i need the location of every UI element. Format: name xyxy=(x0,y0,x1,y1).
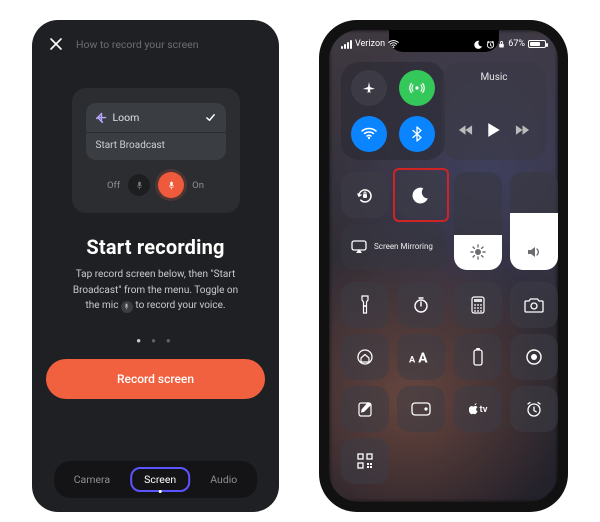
dnd-highlight xyxy=(393,168,449,222)
appletv-button[interactable]: tv xyxy=(454,386,502,432)
calculator-icon xyxy=(471,296,485,314)
play-icon[interactable] xyxy=(487,122,501,138)
volume-slider[interactable] xyxy=(510,172,558,270)
moon-status-icon xyxy=(474,40,483,49)
control-center-grid: Music xyxy=(339,62,548,492)
timer-icon xyxy=(412,296,430,314)
help-link[interactable]: How to record your screen xyxy=(76,38,199,51)
battery-vert-icon xyxy=(471,347,485,367)
alarm-status-icon xyxy=(486,40,495,49)
battery-percent: 67% xyxy=(508,39,525,49)
music-module[interactable]: Music xyxy=(442,62,546,160)
screen-mirroring-button[interactable]: Screen Mirroring xyxy=(341,224,445,270)
lock-status-icon xyxy=(498,40,505,49)
sun-icon xyxy=(470,244,486,260)
record-screen-button[interactable]: Record screen xyxy=(46,359,265,399)
orientation-lock-toggle[interactable] xyxy=(341,172,389,218)
page-dots: ● ● ● xyxy=(32,336,279,345)
tab-camera[interactable]: Camera xyxy=(64,468,120,491)
wallet-icon xyxy=(411,402,431,416)
apple-logo-icon xyxy=(469,403,479,415)
iphone-screen: Verizon 67% xyxy=(329,30,558,502)
tab-audio[interactable]: Audio xyxy=(200,468,247,491)
iphone-frame: Verizon 67% xyxy=(319,20,568,512)
timer-button[interactable] xyxy=(397,282,445,328)
qr-icon xyxy=(356,452,374,470)
wifi-toggle[interactable] xyxy=(351,116,387,152)
text-size-button[interactable]: AA xyxy=(397,334,445,380)
flashlight-icon xyxy=(359,295,371,315)
broadcast-app-row[interactable]: Loom xyxy=(86,103,226,132)
antenna-icon xyxy=(409,80,425,96)
close-icon[interactable] xyxy=(46,34,66,54)
home-button[interactable] xyxy=(341,334,389,380)
cellular-data-toggle[interactable] xyxy=(399,70,435,106)
record-icon xyxy=(525,348,543,366)
mic-on-button[interactable] xyxy=(158,172,184,198)
screen-record-button[interactable] xyxy=(510,334,558,380)
subtext: Tap record screen below, then "Start Bro… xyxy=(32,259,279,314)
qr-scan-button[interactable] xyxy=(341,438,389,484)
wifi-icon xyxy=(361,126,377,142)
text-size-icon: AA xyxy=(409,349,433,365)
calculator-button[interactable] xyxy=(454,282,502,328)
broadcast-card: Loom Start Broadcast Off On xyxy=(72,88,240,213)
wallet-button[interactable] xyxy=(397,386,445,432)
screen-mirroring-label: Screen Mirroring xyxy=(374,242,433,252)
mic-off-button[interactable] xyxy=(128,174,150,196)
battery-icon xyxy=(528,40,546,48)
signal-bars-icon xyxy=(341,40,352,49)
notes-button[interactable] xyxy=(341,386,389,432)
broadcast-picker: Loom Start Broadcast xyxy=(86,103,226,160)
tab-screen[interactable]: Screen xyxy=(130,467,190,492)
mic-off-label: Off xyxy=(107,180,120,191)
compose-icon xyxy=(357,400,373,418)
orientation-lock-icon xyxy=(355,185,375,205)
mic-inline-icon xyxy=(121,301,133,313)
headline: Start recording xyxy=(32,235,279,259)
airplane-icon xyxy=(361,80,377,96)
brightness-slider[interactable] xyxy=(454,172,502,270)
volume-fill xyxy=(510,213,558,270)
svg-text:A: A xyxy=(418,351,428,365)
camera-icon xyxy=(524,297,544,313)
mic-on-label: On xyxy=(192,180,204,191)
top-bar: How to record your screen xyxy=(32,20,279,60)
broadcast-app-name: Loom xyxy=(113,111,140,124)
connectivity-module[interactable] xyxy=(341,62,445,160)
carrier-label: Verizon xyxy=(355,39,385,49)
loom-onboarding-screen: How to record your screen Loom Start Bro… xyxy=(32,20,279,512)
airplay-icon xyxy=(351,240,367,254)
alarm-icon xyxy=(525,400,543,418)
svg-text:A: A xyxy=(409,355,416,365)
low-power-button[interactable] xyxy=(454,334,502,380)
airplane-mode-toggle[interactable] xyxy=(351,70,387,106)
alarm-button[interactable] xyxy=(510,386,558,432)
bluetooth-toggle[interactable] xyxy=(399,116,435,152)
mode-tabs: Camera Screen Audio xyxy=(54,461,258,498)
start-broadcast-button[interactable]: Start Broadcast xyxy=(86,132,226,160)
flashlight-button[interactable] xyxy=(341,282,389,328)
mic-toggle-row: Off On xyxy=(86,172,226,198)
status-bar: Verizon 67% xyxy=(329,34,558,54)
prev-track-icon[interactable] xyxy=(458,124,473,136)
music-title: Music xyxy=(442,72,546,83)
camera-button[interactable] xyxy=(510,282,558,328)
loom-logo-icon xyxy=(96,112,107,123)
checkmark-icon xyxy=(205,112,216,123)
wifi-icon xyxy=(388,40,399,48)
next-track-icon[interactable] xyxy=(515,124,530,136)
speaker-icon xyxy=(526,244,542,260)
bluetooth-icon xyxy=(412,126,422,142)
home-icon xyxy=(356,348,374,366)
